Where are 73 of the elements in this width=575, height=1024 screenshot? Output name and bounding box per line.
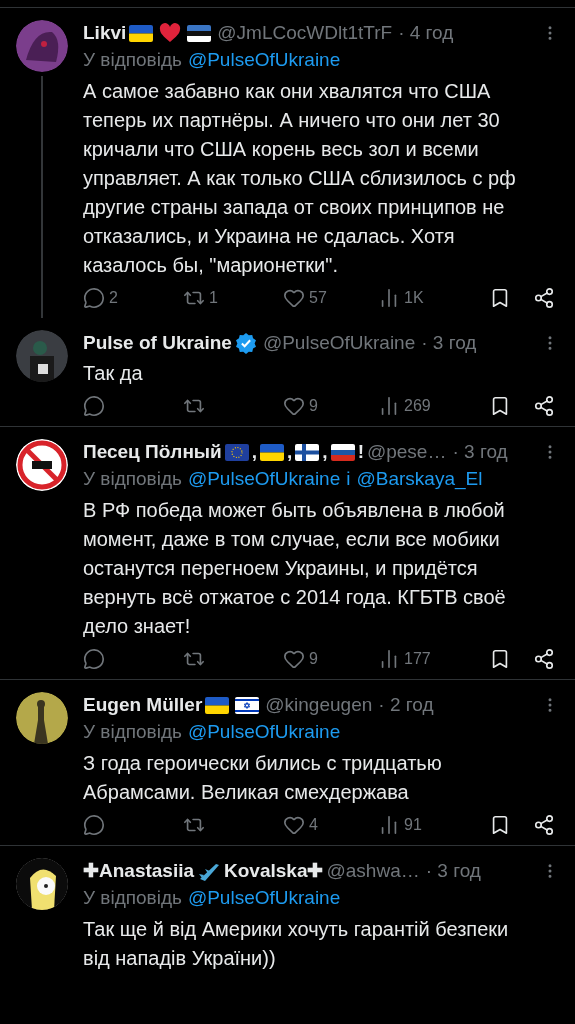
like-button[interactable]: 9	[283, 394, 318, 418]
author-name: Eugen Müller	[83, 693, 203, 717]
heart-outline-icon	[283, 287, 305, 309]
reply-button[interactable]: 2	[83, 286, 118, 310]
author-handle[interactable]: @JmLCocWDlt1tTrF	[217, 20, 393, 46]
mention-link[interactable]: @PulseOfUkraine	[187, 46, 341, 74]
mention-link[interactable]: @PulseOfUkraine	[187, 465, 341, 493]
speech-bubble-icon	[83, 395, 105, 417]
finland-flag-icon	[295, 443, 320, 461]
author-name: Песец Пöлный	[83, 440, 222, 464]
post-time: · 2 год	[378, 693, 434, 717]
reply-button[interactable]	[83, 814, 105, 836]
share-button[interactable]	[533, 395, 555, 417]
post-text: Так да	[83, 361, 144, 386]
share-icon	[533, 814, 555, 836]
author-name: Kovalska✚	[224, 859, 324, 883]
heart-outline-icon	[283, 395, 305, 417]
author-handle[interactable]: @PulseOfUkraine	[262, 330, 416, 356]
share-button[interactable]	[533, 814, 555, 836]
author-name: Likvi	[83, 21, 127, 45]
views-button[interactable]: 177	[378, 647, 431, 671]
post-time: · 3 год	[421, 331, 477, 355]
reply-label: У відповідь	[83, 467, 182, 491]
post-text: Так ще й від Америки хочуть гарантій безпеки від нападів України))	[83, 917, 510, 971]
ukraine-flag-icon	[260, 443, 285, 461]
author-handle[interactable]: @ashwa…	[326, 858, 420, 884]
views-button[interactable]: 269	[378, 394, 431, 418]
reply-label: У відповідь	[83, 886, 182, 910]
share-icon	[533, 287, 555, 309]
author-name: ,	[322, 440, 328, 464]
post-time: · 4 год	[398, 21, 454, 45]
share-icon	[533, 648, 555, 670]
heart-outline-icon	[283, 814, 305, 836]
estonia-flag-icon	[187, 24, 212, 42]
mention-link[interactable]: @Barskaya_El	[356, 465, 483, 493]
reply-label: і	[346, 467, 351, 491]
ukraine-flag-icon	[205, 696, 230, 714]
author-handle[interactable]: @pese…	[366, 439, 447, 465]
author-name: ,	[287, 440, 293, 464]
post-text: З года героически бились с тридцатью Абрамсами. Великая смехдержава	[83, 751, 443, 805]
reply-button[interactable]	[83, 648, 105, 670]
author-name: !	[357, 440, 364, 464]
share-button[interactable]	[533, 648, 555, 670]
share-icon	[533, 395, 555, 417]
post-time: · 3 год	[452, 440, 508, 464]
speech-bubble-icon	[83, 648, 105, 670]
like-button[interactable]: 9	[283, 647, 318, 671]
russia-flag-icon	[330, 443, 355, 461]
ukraine-flag-icon	[129, 24, 154, 42]
author-name: ✚Anastasiia	[83, 859, 195, 883]
mention-link[interactable]: @PulseOfUkraine	[187, 718, 341, 746]
views-button[interactable]: 91	[378, 813, 422, 837]
post-text: А самое забавно как они хвалятся что США теперь их партнёры. А ничего что они лет 30 кричали что США корень весь зол и всеми управляет. А как только США сблизилось с рф другие страны запада от своих принципов не отказались, и Украина не сдалась. Хотя казалось бы, "марионетки".	[83, 79, 517, 278]
speech-bubble-icon	[83, 287, 105, 309]
israel-flag-icon	[235, 696, 260, 714]
heart-icon	[159, 23, 182, 43]
post-text: В РФ победа может быть объявлена в любой момент, даже в том случае, если все мобики останутся перегноем Украины, и придётся вернуть всё отжатое с 2014 года. КГБТВ своё дело знает!	[83, 498, 507, 639]
share-button[interactable]	[533, 287, 555, 309]
reply-label: У відповідь	[83, 48, 182, 72]
like-button[interactable]: 57	[283, 286, 327, 310]
mention-link[interactable]: @PulseOfUkraine	[187, 884, 341, 912]
author-name: ,	[251, 440, 258, 464]
reply-button[interactable]	[83, 395, 105, 417]
like-button[interactable]: 4	[283, 813, 318, 837]
reply-label: У відповідь	[83, 720, 182, 744]
heart-outline-icon	[283, 648, 305, 670]
author-name: Pulse of Ukraine	[83, 331, 232, 355]
repost-button[interactable]: 1	[183, 286, 218, 310]
author-handle[interactable]: @kingeugen	[265, 692, 373, 718]
views-button[interactable]: 1K	[378, 286, 424, 310]
speech-bubble-icon	[83, 814, 105, 836]
eu-flag-icon	[224, 443, 249, 461]
post-time: · 3 год	[425, 859, 481, 883]
